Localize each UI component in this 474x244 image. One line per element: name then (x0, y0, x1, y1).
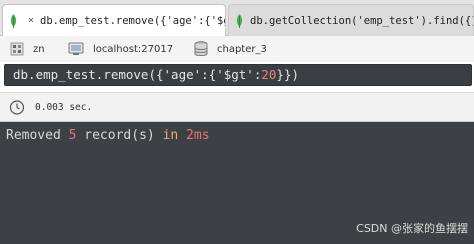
query-suffix: }}) (276, 67, 299, 82)
result-word-in: in (162, 128, 179, 143)
status-bar: 0.003 sec. (0, 92, 474, 122)
result-word-removed: Removed (6, 128, 61, 143)
connection-database[interactable]: chapter_3 (194, 41, 267, 57)
query-editor[interactable]: db.emp_test.remove({'age':{'$gt':20}}) (4, 64, 472, 86)
mongodb-leaf-icon (10, 13, 17, 28)
connection-info-bar: zn localhost:27017 chapter_3 (0, 36, 474, 62)
query-bar: db.emp_test.remove({'age':{'$gt':20}}) (0, 62, 474, 88)
query-prefix: db.emp_test.remove({'age':{'$gt': (13, 67, 262, 82)
tab-bar: × db.emp_test.remove({'age':{'$gt'⋯ db.g… (0, 0, 474, 36)
user-label: zn (33, 43, 45, 55)
timer-icon (9, 100, 25, 115)
query-number: 20 (261, 67, 277, 82)
connection-server[interactable]: localhost:27017 (68, 42, 186, 56)
server-label: localhost:27017 (93, 43, 174, 55)
result-count: 5 (68, 128, 77, 143)
results-panel: Removed 5 record(s) in 2ms CSDN @张家的鱼摆摆 (0, 122, 474, 244)
server-icon (68, 42, 84, 55)
close-icon[interactable]: × (28, 15, 34, 26)
user-icon (10, 42, 24, 56)
tab-find-query[interactable]: db.getCollection('emp_test').find({}) (228, 4, 474, 36)
tab-label: db.emp_test.remove({'age':{'$gt'⋯ (40, 14, 225, 27)
result-word-records: record(s) (84, 128, 155, 143)
database-icon (194, 41, 208, 56)
result-message: Removed 5 record(s) in 2ms (6, 128, 210, 143)
database-label: chapter_3 (217, 43, 267, 55)
tab-remove-query[interactable]: × db.emp_test.remove({'age':{'$gt'⋯ (2, 4, 226, 36)
result-duration: 2ms (186, 128, 210, 143)
mongodb-leaf-icon (236, 13, 243, 28)
elapsed-time: 0.003 sec. (35, 101, 93, 113)
connection-user[interactable]: zn (10, 42, 60, 56)
watermark: CSDN @张家的鱼摆摆 (356, 222, 468, 235)
tab-label: db.getCollection('emp_test').find({}) (250, 14, 473, 27)
